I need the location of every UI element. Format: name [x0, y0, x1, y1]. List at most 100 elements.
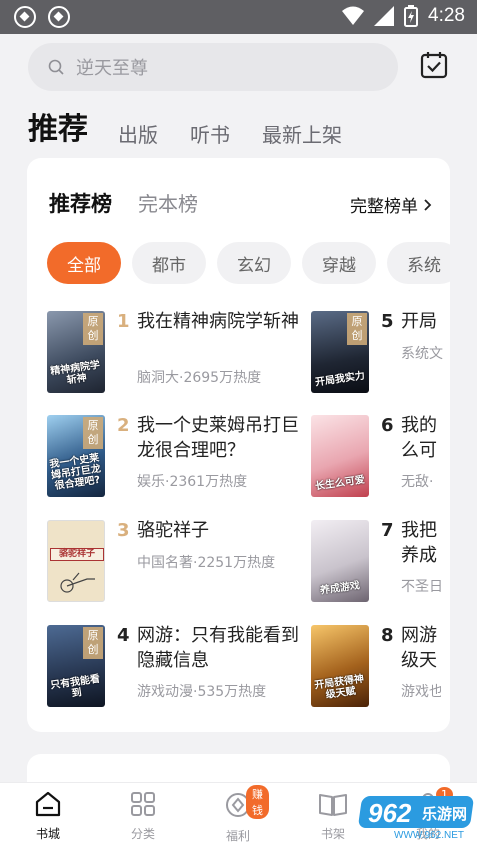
book-title: 我把养成 [401, 520, 437, 566]
book-item[interactable]: 原创 开局我实力 5 开局 系统文 [311, 311, 450, 395]
search-placeholder: 逆天至尊 [76, 58, 148, 79]
book-meta: 无敌· [401, 474, 434, 490]
tab-recommend[interactable]: 推荐 [28, 104, 88, 150]
chevron-right-icon [424, 198, 432, 211]
cover-title: 长生么可爱 [314, 474, 366, 493]
book-cover: 原创 我一个史莱姆吊打巨龙很合理吧? [47, 415, 105, 497]
book-meta: 娱乐·2361万热度 [137, 474, 248, 490]
book-cover: 开局获得神级天赋 [311, 625, 369, 707]
nav-bookstore[interactable]: 书城 [18, 791, 78, 842]
book-meta: 不圣日 [401, 579, 441, 595]
tab-publish[interactable]: 出版 [118, 119, 158, 150]
nav-bookshelf[interactable]: 书架 [303, 791, 363, 842]
nav-label: 分类 [130, 827, 155, 841]
cover-title: 开局获得神级天赋 [313, 673, 365, 701]
book-item[interactable]: 原创 精神病院学斩神 1 我在精神病院学斩神 脑洞大·2695万热度 [47, 311, 317, 395]
signal-icon [374, 6, 395, 26]
book-item[interactable]: 原创 只有我能看到 4 网游：只有我能看到隐藏信息 游戏动漫·535万热度 [47, 625, 317, 709]
book-meta: 系统文 [401, 346, 443, 362]
status-bar: 4:28 [0, 0, 477, 34]
full-rank-label: 完整榜单 [350, 197, 418, 217]
cover-title: 我一个史莱姆吊打巨龙很合理吧? [48, 452, 102, 493]
book-title: 开局 [401, 311, 437, 332]
search-icon [48, 59, 64, 75]
rank-number: 6 [381, 415, 394, 436]
watermark-logo: 962 乐游网 WWW.962.NET [357, 796, 475, 844]
rank-number: 5 [381, 311, 394, 332]
checkin-calendar-icon[interactable] [419, 50, 449, 80]
app-notification-icon [48, 6, 70, 28]
book-item[interactable]: 养成游戏 7 我把养成 不圣日 [311, 520, 450, 604]
chip-all[interactable]: 全部 [47, 242, 121, 284]
home-icon [35, 791, 61, 817]
book-cover: 长生么可爱 [311, 415, 369, 497]
chip-time-travel[interactable]: 穿越 [302, 242, 376, 284]
earn-badge: 赚钱 [246, 785, 269, 819]
rank-tabs: 推荐榜 完本榜 [49, 188, 224, 218]
original-tag: 原创 [347, 313, 367, 345]
cover-title: 养成游戏 [319, 580, 361, 597]
rank-number: 4 [117, 625, 130, 646]
watermark-domain: 乐游网 [422, 805, 468, 823]
ranking-card: 推荐榜 完本榜 完整榜单 全部 都市 玄幻 穿越 系统 原创 精神病院学斩神 1… [27, 158, 450, 732]
cover-title: 骆驼祥子 [50, 548, 104, 561]
book-item[interactable]: 开局获得神级天赋 8 网游级天 游戏也 [311, 625, 450, 709]
book-title: 网游级天 [401, 625, 437, 671]
cover-title: 只有我能看到 [49, 673, 101, 700]
book-item[interactable]: 骆驼祥子 3 骆驼祥子 中国名著·2251万热度 [47, 520, 317, 604]
book-cover: 原创 只有我能看到 [47, 625, 105, 707]
tab-completed-rank[interactable]: 完本榜 [138, 188, 198, 217]
cover-title: 精神病院学斩神 [49, 359, 101, 387]
book-cover: 养成游戏 [311, 520, 369, 602]
tab-recommend-rank[interactable]: 推荐榜 [49, 188, 112, 218]
book-meta: 游戏动漫·535万热度 [137, 684, 267, 700]
nav-label: 书城 [35, 827, 60, 841]
header: 逆天至尊 推荐 出版 听书 最新上架 [0, 34, 477, 154]
full-rank-link[interactable]: 完整榜单 [350, 192, 432, 217]
chip-system[interactable]: 系统 [387, 242, 450, 284]
original-tag: 原创 [83, 417, 103, 449]
book-list: 原创 精神病院学斩神 1 我在精神病院学斩神 脑洞大·2695万热度 原创 我一… [47, 311, 450, 731]
book-meta: 游戏也 [401, 684, 441, 700]
rank-number: 3 [117, 520, 130, 541]
book-meta: 中国名著·2251万热度 [137, 555, 276, 571]
rank-number: 8 [381, 625, 394, 646]
rank-number: 2 [117, 415, 130, 436]
original-tag: 原创 [83, 313, 103, 345]
search-input[interactable]: 逆天至尊 [28, 43, 398, 91]
book-title: 我在精神病院学斩神 [137, 311, 299, 332]
book-title: 我一个史莱姆吊打巨龙很合理吧？ [137, 415, 299, 461]
wifi-icon [342, 6, 365, 25]
book-icon [319, 794, 347, 816]
book-cover: 原创 开局我实力 [311, 311, 369, 393]
book-cover: 骆驼祥子 [47, 520, 105, 602]
nav-category[interactable]: 分类 [113, 791, 173, 842]
book-item[interactable]: 原创 我一个史莱姆吊打巨龙很合理吧? 2 我一个史莱姆吊打巨龙很合理吧？ 娱乐·… [47, 415, 317, 499]
rickshaw-illustration-icon [60, 572, 95, 593]
book-cover: 原创 精神病院学斩神 [47, 311, 105, 393]
app-notification-icon [14, 6, 36, 28]
book-title: 我的么可 [401, 415, 437, 461]
book-title: 骆驼祥子 [137, 520, 209, 541]
rank-number: 1 [117, 311, 130, 332]
original-tag: 原创 [83, 627, 103, 659]
book-item[interactable]: 长生么可爱 6 我的么可 无敌· [311, 415, 450, 499]
clock: 4:28 [428, 5, 465, 26]
tab-new-arrivals[interactable]: 最新上架 [262, 119, 342, 150]
chip-fantasy[interactable]: 玄幻 [217, 242, 291, 284]
book-title: 网游：只有我能看到隐藏信息 [137, 625, 299, 671]
top-tabs: 推荐 出版 听书 最新上架 [28, 104, 374, 150]
nav-label: 书架 [320, 827, 345, 841]
grid-icon [131, 792, 155, 816]
battery-icon [404, 5, 419, 27]
watermark-brand: 962 [368, 798, 412, 828]
nav-label: 福利 [225, 829, 250, 843]
rank-number: 7 [381, 520, 394, 541]
chip-urban[interactable]: 都市 [132, 242, 206, 284]
cover-title: 开局我实力 [314, 370, 366, 389]
tab-audiobook[interactable]: 听书 [190, 119, 230, 150]
book-meta: 脑洞大·2695万热度 [137, 370, 262, 386]
nav-welfare[interactable]: 福利 赚钱 [208, 785, 269, 844]
watermark-url: WWW.962.NET [394, 830, 465, 841]
category-chips: 全部 都市 玄幻 穿越 系统 [47, 242, 450, 284]
